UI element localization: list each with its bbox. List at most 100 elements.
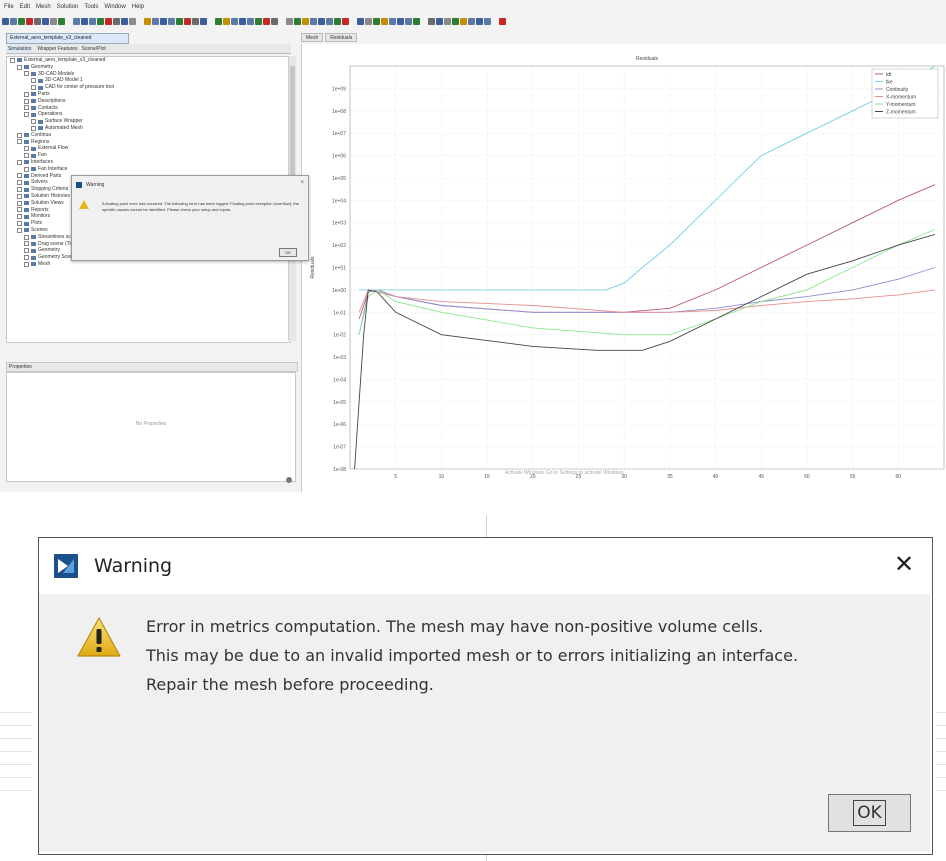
toolbar-button-icon[interactable]: [428, 17, 435, 25]
tab-simulation[interactable]: Simulation: [6, 45, 34, 52]
tree-item[interactable]: Parts: [7, 91, 290, 98]
expand-icon[interactable]: [24, 91, 29, 97]
expand-icon[interactable]: [24, 261, 29, 267]
toolbar-button-icon[interactable]: [318, 17, 325, 25]
toolbar-button-icon[interactable]: [81, 17, 88, 25]
menu-edit[interactable]: Edit: [20, 4, 30, 10]
toolbar-button-icon[interactable]: [255, 17, 262, 25]
expand-icon[interactable]: [17, 193, 22, 199]
expand-icon[interactable]: [17, 173, 22, 179]
expand-icon[interactable]: [17, 159, 22, 165]
toolbar-button-icon[interactable]: [105, 17, 112, 25]
menu-help[interactable]: Help: [132, 4, 144, 10]
expand-icon[interactable]: [24, 166, 29, 172]
expand-icon[interactable]: [31, 119, 36, 125]
menu-solution[interactable]: Solution: [57, 4, 79, 10]
toolbar-button-icon[interactable]: [10, 17, 17, 25]
expand-icon[interactable]: [31, 78, 36, 84]
expand-icon[interactable]: [17, 214, 22, 220]
toolbar-button-icon[interactable]: [97, 17, 104, 25]
toolbar-button-icon[interactable]: [365, 17, 372, 25]
tree-item[interactable]: Mesh: [7, 261, 290, 268]
tree-item[interactable]: Surface Wrapper: [7, 118, 290, 125]
menu-file[interactable]: File: [4, 4, 14, 10]
menu-mesh[interactable]: Mesh: [36, 4, 51, 10]
expand-icon[interactable]: [17, 207, 22, 213]
tree-item[interactable]: External Flow: [7, 145, 290, 152]
tree-item[interactable]: 3D-CAD Model 1: [7, 77, 290, 84]
menu-tools[interactable]: Tools: [84, 4, 98, 10]
toolbar-button-icon[interactable]: [192, 17, 199, 25]
tree-item[interactable]: Interfaces: [7, 159, 290, 166]
expand-icon[interactable]: [10, 57, 15, 63]
toolbar-button-icon[interactable]: [89, 17, 96, 25]
toolbar-button-icon[interactable]: [373, 17, 380, 25]
file-tab[interactable]: External_aero_template_v3_cleaned: [6, 33, 129, 44]
tree-item[interactable]: Fan: [7, 152, 290, 159]
toolbar-button-icon[interactable]: [34, 17, 41, 25]
toolbar-button-icon[interactable]: [239, 17, 246, 25]
toolbar-button-icon[interactable]: [184, 17, 191, 25]
tree-item[interactable]: Automated Mesh: [7, 125, 290, 132]
toolbar-button-icon[interactable]: [215, 17, 222, 25]
toolbar-button-icon[interactable]: [444, 17, 451, 25]
expand-icon[interactable]: [24, 255, 29, 260]
tree-item[interactable]: Operations: [7, 111, 290, 118]
tree-item[interactable]: CAD for center of pressure tool: [7, 84, 290, 91]
toolbar-button-icon[interactable]: [121, 17, 128, 25]
toolbar-button-icon[interactable]: [310, 17, 317, 25]
menu-window[interactable]: Window: [104, 4, 125, 10]
toolbar-button-icon[interactable]: [18, 17, 25, 25]
expand-icon[interactable]: [31, 125, 36, 131]
tree-item[interactable]: Geometry: [7, 64, 290, 71]
toolbar-button-icon[interactable]: [2, 17, 9, 25]
toolbar-button-icon[interactable]: [271, 17, 278, 25]
toolbar-button-icon[interactable]: [50, 17, 57, 25]
toolbar-button-icon[interactable]: [499, 17, 506, 25]
expand-icon[interactable]: [24, 248, 29, 254]
tree-item[interactable]: Descriptions: [7, 98, 290, 105]
tree-item[interactable]: Continua: [7, 132, 290, 139]
expand-icon[interactable]: [24, 112, 29, 118]
expand-icon[interactable]: [17, 187, 22, 193]
toolbar-button-icon[interactable]: [413, 17, 420, 25]
toolbar-button-icon[interactable]: [452, 17, 459, 25]
toolbar-button-icon[interactable]: [302, 17, 309, 25]
expand-icon[interactable]: [24, 153, 29, 159]
toolbar-button-icon[interactable]: [334, 17, 341, 25]
tree-item[interactable]: External_aero_template_v3_cleaned: [7, 57, 290, 64]
toolbar-button-icon[interactable]: [389, 17, 396, 25]
toolbar-button-icon[interactable]: [484, 17, 491, 25]
expand-icon[interactable]: [24, 234, 29, 240]
toolbar-button-icon[interactable]: [286, 17, 293, 25]
toolbar-button-icon[interactable]: [113, 17, 120, 25]
expand-icon[interactable]: [24, 98, 29, 104]
tab-mesh[interactable]: Mesh: [301, 33, 324, 42]
expand-icon[interactable]: [24, 71, 29, 77]
toolbar-button-icon[interactable]: [294, 17, 301, 25]
toolbar-button-icon[interactable]: [397, 17, 404, 25]
expand-icon[interactable]: [17, 132, 22, 138]
toolbar-button-icon[interactable]: [168, 17, 175, 25]
tab-scene-plot[interactable]: Scene/Plot: [82, 46, 106, 52]
toolbar-button-icon[interactable]: [476, 17, 483, 25]
toolbar-button-icon[interactable]: [73, 17, 80, 25]
expand-icon[interactable]: [17, 227, 22, 233]
close-icon[interactable]: ✕: [892, 552, 916, 576]
toolbar-button-icon[interactable]: [263, 17, 270, 25]
tree-item[interactable]: 3D-CAD Models: [7, 71, 290, 78]
toolbar-button-icon[interactable]: [152, 17, 159, 25]
small-dialog-ok-button[interactable]: OK: [279, 248, 297, 257]
toolbar-button-icon[interactable]: [468, 17, 475, 25]
toolbar-button-icon[interactable]: [129, 17, 136, 25]
tab-residuals[interactable]: Residuals: [325, 33, 358, 42]
toolbar-button-icon[interactable]: [460, 17, 467, 25]
expand-icon[interactable]: [17, 221, 22, 227]
toolbar-button-icon[interactable]: [405, 17, 412, 25]
tree-item[interactable]: Regions: [7, 139, 290, 146]
toolbar-button-icon[interactable]: [223, 17, 230, 25]
expand-icon[interactable]: [24, 241, 29, 247]
expand-icon[interactable]: [17, 180, 22, 186]
expand-icon[interactable]: [24, 146, 29, 152]
tree-item[interactable]: Contacts: [7, 105, 290, 112]
